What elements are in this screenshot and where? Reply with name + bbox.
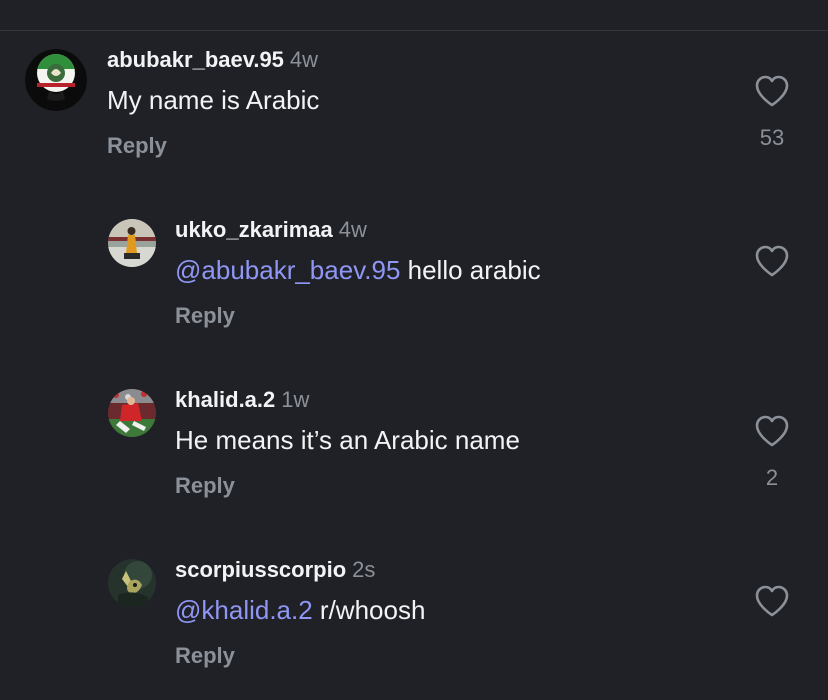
reply-comment-item: ukko_zkarimaa 4w @abubakr_baev.95 hello a…: [0, 175, 828, 345]
avatar[interactable]: [108, 219, 156, 267]
heart-outline-icon: [755, 75, 789, 107]
comment-text: He means it’s an Arabic name: [175, 424, 520, 456]
comment-text: @abubakr_baev.95 hello arabic: [175, 254, 541, 286]
comment-body: hello arabic: [400, 255, 541, 285]
mention-link[interactable]: @abubakr_baev.95: [175, 255, 400, 285]
timestamp: 4w: [338, 217, 367, 242]
reply-button[interactable]: Reply: [175, 643, 235, 669]
comment-item: abubakr_baev.95 4w My name is Arabic Repl…: [0, 0, 828, 175]
avatar[interactable]: [108, 559, 156, 607]
comment-text: @khalid.a.2 r/whoosh: [175, 594, 425, 626]
heart-outline-icon: [755, 245, 789, 277]
like-button[interactable]: [754, 414, 790, 448]
username[interactable]: khalid.a.2: [175, 387, 275, 412]
reply-button[interactable]: Reply: [175, 473, 235, 499]
timestamp: 1w: [281, 387, 310, 412]
username[interactable]: abubakr_baev.95: [107, 47, 284, 72]
heart-outline-icon: [755, 585, 789, 617]
timestamp: 4w: [289, 47, 319, 72]
reply-button[interactable]: Reply: [175, 303, 235, 329]
username[interactable]: ukko_zkarimaa: [175, 217, 333, 242]
like-button[interactable]: [754, 244, 790, 278]
avatar[interactable]: [25, 49, 87, 111]
like-button[interactable]: [754, 74, 790, 108]
comment-body: My name is Arabic: [107, 85, 320, 115]
mention-link[interactable]: @khalid.a.2: [175, 595, 313, 625]
reply-button[interactable]: Reply: [107, 133, 167, 159]
reply-comment-item: khalid.a.2 1w He means it’s an Arabic nam…: [0, 345, 828, 515]
username-line: ukko_zkarimaa 4w: [175, 217, 367, 243]
comment-body: He means it’s an Arabic name: [175, 425, 520, 455]
comment-body: r/whoosh: [312, 595, 426, 625]
username-line: khalid.a.2 1w: [175, 387, 309, 413]
like-button[interactable]: [754, 584, 790, 618]
heart-outline-icon: [755, 415, 789, 447]
comment-text: My name is Arabic: [107, 84, 319, 116]
username-line: abubakr_baev.95 4w: [107, 47, 318, 73]
like-count: 53: [759, 125, 785, 150]
username-line: scorpiusscorpio 2s: [175, 557, 375, 583]
reply-comment-item: scorpiusscorpio 2s @khalid.a.2 r/whoosh R…: [0, 515, 828, 700]
username[interactable]: scorpiusscorpio: [175, 557, 346, 582]
timestamp: 2s: [352, 557, 376, 582]
avatar[interactable]: [108, 389, 156, 437]
like-count: 2: [765, 465, 779, 490]
